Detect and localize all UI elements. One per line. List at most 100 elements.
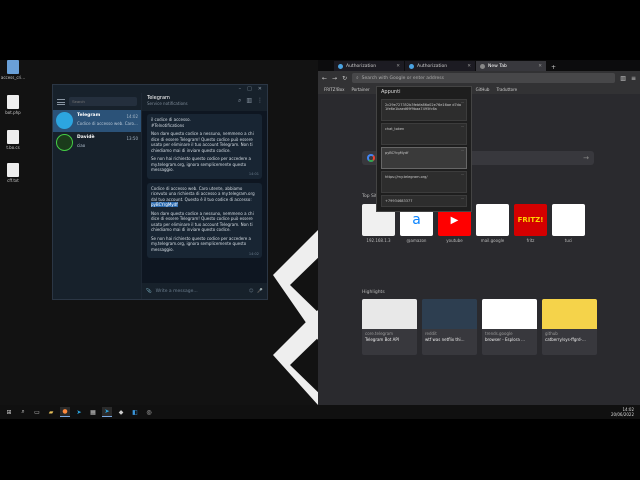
tile-label: 192.168.1.3 [366, 238, 391, 243]
app-icon[interactable]: ▦ [88, 407, 98, 417]
close-tab-icon[interactable]: ✕ [396, 64, 400, 69]
chat-preview: ciao [77, 143, 86, 148]
new-tab-button[interactable]: + [547, 64, 560, 71]
clipboard-panel: Appunti 2c29e727352b3febfa86a02e76e16ae … [376, 86, 472, 212]
telegram-favicon-icon [338, 63, 343, 69]
clipboard-item[interactable]: +79934683377 ··· [381, 195, 467, 207]
clipboard-item[interactable]: 2c29e727352b3febfa86a02e76e16ae d7da1fe6… [381, 99, 467, 121]
login-code[interactable]: pyBCYrgMydf [151, 202, 178, 207]
close-tab-icon[interactable]: ✕ [538, 64, 542, 69]
site-thumbnail [552, 204, 585, 236]
tab-authorization[interactable]: Authorization ✕ [405, 61, 475, 71]
more-icon[interactable]: ··· [461, 125, 464, 129]
chat-preview: Codice di accesso web. Caro... [77, 121, 138, 126]
windows-start-icon[interactable]: ⊞ [4, 407, 14, 417]
file-icon [7, 60, 19, 74]
vscode-icon[interactable]: ◧ [130, 407, 140, 417]
app-icon[interactable]: ◎ [144, 407, 154, 417]
bookmark-item[interactable]: Traduttore [496, 87, 517, 92]
telegram-chat-list: Telegram Codice di accesso web. Caro... … [53, 93, 141, 299]
file-icon [7, 130, 19, 144]
desktop-icon-label: cff.txt [7, 178, 19, 183]
emoji-icon[interactable]: ☺ [249, 289, 254, 294]
minimize-icon[interactable]: – [239, 85, 242, 93]
clipboard-item[interactable]: chat_token ··· [381, 123, 467, 145]
top-site-tile[interactable]: mail.google [476, 204, 509, 243]
desktop-icon[interactable]: t.bo.cs [0, 130, 26, 150]
attach-icon[interactable]: 📎 [146, 289, 152, 294]
telegram-search-input[interactable] [69, 97, 137, 106]
clock-date: 20/06/2022 [610, 412, 634, 417]
clipboard-item[interactable]: https://my.telegram.org/ ··· [381, 171, 467, 193]
more-icon[interactable]: ⋮ [257, 97, 263, 105]
bookmark-item[interactable]: Portainer [351, 87, 369, 92]
file-icon [7, 95, 19, 109]
message-text: Se non hai richiesto questo codice per a… [151, 156, 251, 172]
chat-item-telegram[interactable]: Telegram Codice di accesso web. Caro... … [53, 110, 141, 132]
browser-window: Authorization ✕ Authorization ✕ New Tab ✕ +… [318, 60, 640, 405]
forward-icon[interactable]: → [332, 75, 337, 82]
highlight-title: Telegram Bot API [365, 337, 399, 342]
message-composer: 📎 Write a message... ☺ 🎤 [142, 283, 267, 299]
maximize-icon[interactable]: □ [247, 85, 252, 93]
bookmark-item[interactable]: GitHub [476, 87, 490, 92]
telegram-titlebar: – □ ✕ [53, 85, 267, 93]
tab-label: Authorization [417, 63, 448, 69]
message-text: #Telnotifications [151, 122, 185, 128]
close-icon[interactable]: ✕ [258, 85, 262, 93]
desktop-icon[interactable]: access_cri... [0, 60, 26, 80]
message-input[interactable]: Write a message... [156, 289, 245, 294]
conversation-header: Telegram Service notifications ⌕ ▥ ⋮ [142, 93, 267, 111]
highlight-card[interactable]: core.telegram Telegram Bot API [362, 299, 417, 355]
message-text: Non dare questo codice a nessuno, nemmen… [151, 131, 254, 153]
app-icon[interactable]: ◆ [116, 407, 126, 417]
telegram-search-bar [53, 93, 141, 110]
bookmarks-bar: FRITZ!Box Portainer ... YouTube Trello C… [318, 85, 640, 94]
highlight-card[interactable]: reddit wtf was netflix thi... [422, 299, 477, 355]
bookmark-item[interactable]: FRITZ!Box [324, 87, 344, 92]
message-text: Non dare questo codice a nessuno, nemmen… [151, 210, 254, 233]
telegram-icon[interactable]: ➤ [74, 407, 84, 417]
chat-item-davide[interactable]: Davidè ciao 13:50 [53, 132, 141, 154]
clipboard-text: pyBCYrgMydf [385, 151, 409, 155]
message-time: 14:01 [248, 172, 259, 176]
highlight-card[interactable]: github catberry/sys-ffgrd-... [542, 299, 597, 355]
search-arrow-icon[interactable]: → [583, 154, 589, 162]
back-icon[interactable]: ← [322, 75, 327, 82]
tab-new-tab[interactable]: New Tab ✕ [476, 61, 546, 71]
more-icon[interactable]: ··· [461, 101, 464, 105]
task-view-icon[interactable]: ▭ [32, 407, 42, 417]
microphone-icon[interactable]: 🎤 [257, 289, 263, 294]
search-icon[interactable]: ⌕ [18, 407, 28, 417]
top-site-tile[interactable]: tuci [552, 204, 585, 243]
clipboard-text: 2c29e727352b3febfa86a02e76e16ae d7da1fe6… [385, 103, 462, 111]
sidebar-icon[interactable]: ▥ [246, 97, 252, 105]
message-time: 14:02 [248, 251, 259, 256]
hamburger-menu-icon[interactable] [57, 98, 65, 105]
highlight-card[interactable]: trends.google browser - Esplora ... [482, 299, 537, 355]
nav-toolbar: ← → ↻ ⌕ Search with Google or enter addre… [318, 71, 640, 85]
clipboard-item[interactable]: pyBCYrgMydf ··· [381, 147, 467, 169]
library-icon[interactable]: ▥ [620, 75, 626, 82]
url-bar[interactable]: ⌕ Search with Google or enter address [352, 73, 616, 83]
firefox-icon[interactable]: ● [60, 407, 70, 417]
reload-icon[interactable]: ↻ [342, 75, 347, 82]
desktop-icon[interactable]: cff.txt [0, 163, 26, 183]
more-icon[interactable]: ··· [461, 197, 464, 201]
close-tab-icon[interactable]: ✕ [467, 64, 471, 69]
system-clock[interactable]: 14:02 20/06/2022 [611, 407, 634, 417]
desktop-icon[interactable]: bot.php [0, 95, 26, 115]
menu-icon[interactable]: ≡ [631, 75, 636, 82]
top-site-tile[interactable]: FRITZ! fritz [514, 204, 547, 243]
file-explorer-icon[interactable]: ▰ [46, 407, 56, 417]
chat-time: 13:50 [126, 136, 138, 141]
tile-label: @amazon [406, 238, 427, 243]
more-icon[interactable]: ··· [461, 173, 464, 177]
more-icon[interactable]: ··· [461, 149, 464, 153]
message-bubble: Codice di accesso web. Caro utente, abbi… [147, 182, 262, 258]
search-icon[interactable]: ⌕ [238, 97, 241, 105]
tab-authorization[interactable]: Authorization ✕ [334, 61, 404, 71]
chat-time: 14:02 [126, 114, 138, 119]
tile-label: youtube [446, 238, 463, 243]
telegram-icon[interactable]: ➤ [102, 407, 112, 417]
